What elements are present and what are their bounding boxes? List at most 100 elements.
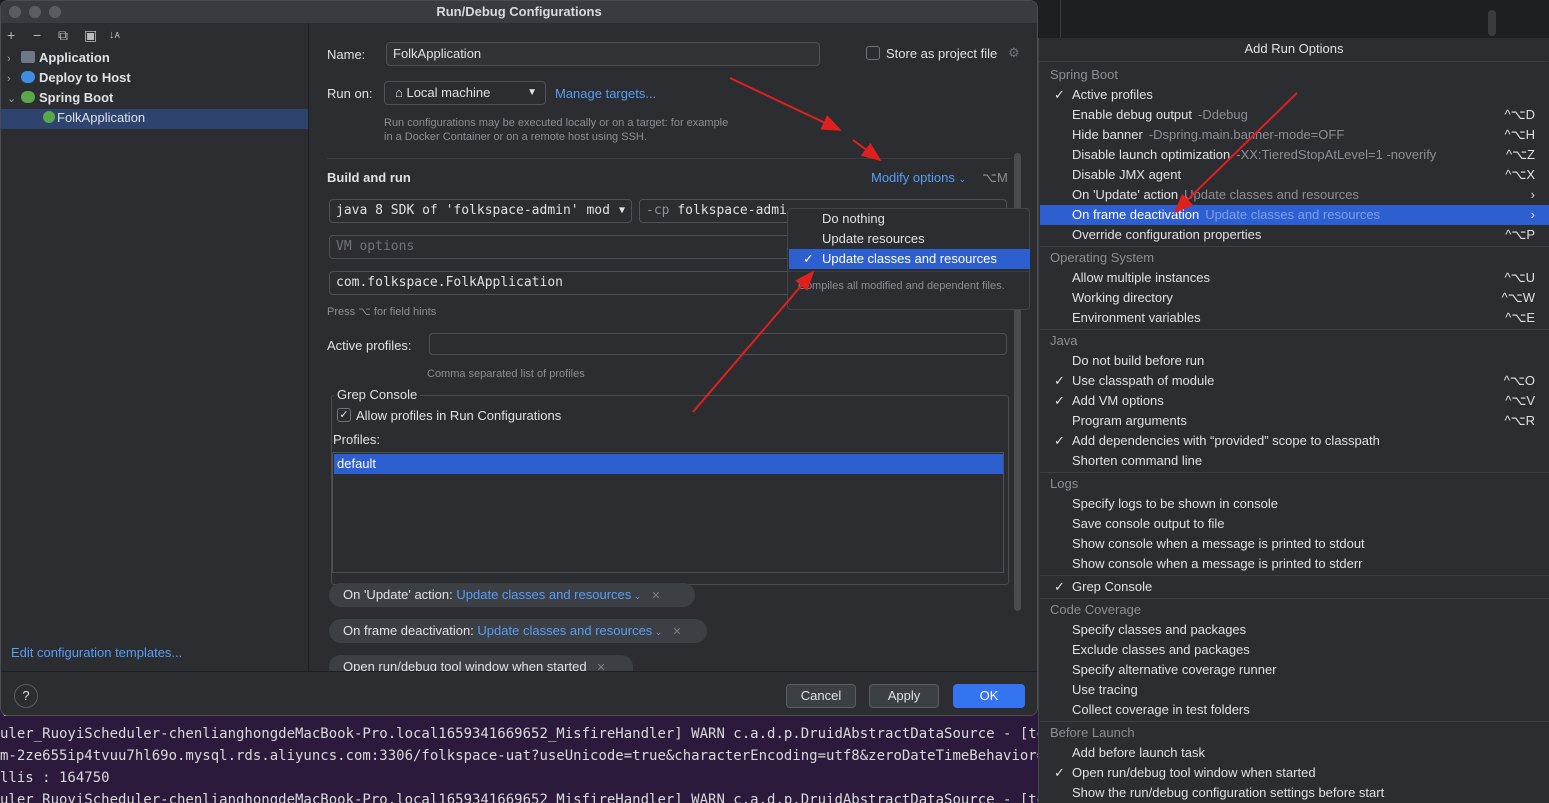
terminal-line: m-2ze655ip4tvuu7hl69o.mysql.rds.aliyuncs…: [0, 748, 1040, 764]
dropdown-arrow-icon: ▼: [615, 200, 625, 222]
popup-hint: Compiles all modified and dependent file…: [798, 280, 1005, 292]
option-label: Add before launch task: [1072, 745, 1205, 760]
chip-frame-deactivation[interactable]: On frame deactivation: Update classes an…: [329, 619, 707, 643]
option-item[interactable]: ✓ Open run/debug tool window when started: [1040, 763, 1549, 783]
popup-item-update-resources[interactable]: Update resources: [789, 229, 1030, 249]
option-item[interactable]: ✓ Add VM options ^⌥V: [1040, 391, 1549, 411]
option-label: On 'Update' action: [1072, 187, 1179, 202]
option-item[interactable]: ✓ Add dependencies with “provided” scope …: [1040, 431, 1549, 451]
option-item[interactable]: Add before launch task: [1040, 743, 1549, 763]
close-icon[interactable]: ✕: [597, 662, 606, 671]
close-icon[interactable]: ✕: [651, 590, 660, 602]
option-item[interactable]: Working directory ^⌥W: [1040, 288, 1549, 308]
store-as-project-checkbox[interactable]: [866, 46, 880, 60]
help-button[interactable]: ?: [14, 684, 38, 708]
option-item[interactable]: Exclude classes and packages: [1040, 640, 1549, 660]
ok-button[interactable]: OK: [953, 684, 1025, 708]
zoom-window-button[interactable]: [49, 6, 61, 18]
list-item[interactable]: default: [334, 454, 1003, 474]
terminal-line: uler_RuoyiScheduler-chenlianghongdeMacBo…: [0, 726, 1040, 742]
option-item[interactable]: ✓ Grep Console: [1040, 577, 1549, 597]
active-profiles-input[interactable]: [429, 333, 1007, 355]
folder-icon[interactable]: ▣: [84, 27, 97, 44]
option-item[interactable]: Specify logs to be shown in console: [1040, 494, 1549, 514]
option-item[interactable]: Show the run/debug configuration setting…: [1040, 783, 1549, 803]
name-input[interactable]: FolkApplication: [386, 42, 820, 66]
cancel-button[interactable]: Cancel: [786, 684, 856, 708]
section-title: Spring Boot: [1050, 67, 1118, 82]
add-icon[interactable]: +: [7, 27, 15, 43]
close-window-button[interactable]: [9, 6, 21, 18]
copy-icon[interactable]: ⧉: [58, 27, 68, 44]
option-item[interactable]: Override configuration properties ^⌥P: [1040, 225, 1549, 245]
gear-icon[interactable]: ⚙: [1008, 45, 1020, 61]
home-icon: ⌂: [395, 85, 407, 100]
add-run-options-panel: Add Run Options Spring Boot ✓ Active profi…: [1038, 38, 1549, 803]
sort-icon[interactable]: ↓ᴀ: [109, 29, 120, 41]
jdk-select[interactable]: java 8 SDK of 'folkspace-admin' mod ▼: [329, 199, 632, 223]
active-profiles-hint: Comma separated list of profiles: [427, 368, 585, 380]
option-shortcut: ^⌥E: [1505, 310, 1535, 325]
option-label: Add dependencies with “provided” scope t…: [1072, 433, 1380, 448]
option-label: Do not build before run: [1072, 353, 1205, 368]
apply-button[interactable]: Apply: [869, 684, 939, 708]
option-item[interactable]: ✓ Use classpath of module ^⌥O: [1040, 371, 1549, 391]
option-label: Override configuration properties: [1072, 227, 1262, 242]
profiles-list[interactable]: default: [332, 452, 1004, 573]
option-item[interactable]: Do not build before run: [1040, 351, 1549, 371]
option-item[interactable]: Specify alternative coverage runner: [1040, 660, 1549, 680]
option-item[interactable]: Show console when a message is printed t…: [1040, 534, 1549, 554]
option-item[interactable]: On 'Update' action Update classes and res…: [1040, 185, 1549, 205]
option-item[interactable]: Disable JMX agent ^⌥X: [1040, 165, 1549, 185]
option-shortcut: ^⌥X: [1505, 167, 1535, 182]
chevron-right-icon: ›: [7, 53, 11, 65]
option-detail: Update classes and resources: [1205, 207, 1381, 222]
tree-item-deploy-to-host[interactable]: › Deploy to Host: [7, 68, 131, 88]
option-label: Grep Console: [1072, 579, 1153, 594]
option-item[interactable]: Use tracing: [1040, 680, 1549, 700]
chip-open-tool-window[interactable]: Open run/debug tool window when started ✕: [329, 655, 633, 671]
remove-icon[interactable]: −: [33, 27, 41, 43]
option-item[interactable]: Enable debug output -Ddebug ^⌥D: [1040, 105, 1549, 125]
section-title: Operating System: [1050, 250, 1155, 265]
option-label: Add VM options: [1072, 393, 1164, 408]
option-shortcut: ^⌥W: [1501, 290, 1535, 305]
option-item[interactable]: Disable launch optimization -XX:TieredSto…: [1040, 145, 1549, 165]
tree-item-application[interactable]: › Application: [7, 48, 110, 68]
run-on-select[interactable]: ⌂ Local machine ▼: [384, 81, 546, 105]
option-label: Show console when a message is printed t…: [1072, 556, 1363, 571]
section-title: Before Launch: [1050, 725, 1135, 740]
chip-update-action[interactable]: On 'Update' action: Update classes and r…: [329, 583, 695, 607]
run-on-label: Run on:: [327, 86, 373, 101]
minimize-window-button[interactable]: [29, 6, 41, 18]
option-item[interactable]: Environment variables ^⌥E: [1040, 308, 1549, 328]
edit-templates-link[interactable]: Edit configuration templates...: [11, 645, 182, 660]
option-item[interactable]: ✓ Active profiles: [1040, 85, 1549, 105]
option-item[interactable]: Specify classes and packages: [1040, 620, 1549, 640]
option-item[interactable]: Allow multiple instances ^⌥U: [1040, 268, 1549, 288]
option-item[interactable]: On frame deactivation Update classes and …: [1040, 205, 1549, 225]
popup-item-update-classes[interactable]: ✓ Update classes and resources: [789, 249, 1030, 269]
option-label: Show console when a message is printed t…: [1072, 536, 1365, 551]
modify-options-link[interactable]: Modify options ⌄: [871, 170, 966, 185]
option-label: Specify alternative coverage runner: [1072, 662, 1277, 677]
manage-targets-link[interactable]: Manage targets...: [555, 86, 656, 101]
option-item[interactable]: Hide banner -Dspring.main.banner-mode=OFF…: [1040, 125, 1549, 145]
option-item[interactable]: Shorten command line: [1040, 451, 1549, 471]
option-item[interactable]: Collect coverage in test folders: [1040, 700, 1549, 720]
configuration-editor: Name: FolkApplication Store as project f…: [310, 23, 1037, 671]
option-shortcut: ^⌥D: [1504, 107, 1535, 122]
close-icon[interactable]: ✕: [672, 626, 681, 638]
dialog-title: Run/Debug Configurations: [1, 1, 1037, 23]
editor-scrollbar[interactable]: [1488, 10, 1496, 36]
option-item[interactable]: Show console when a message is printed t…: [1040, 554, 1549, 574]
checkmark-icon: ✓: [1054, 433, 1065, 448]
tree-item-spring-boot[interactable]: ⌄ Spring Boot: [7, 88, 113, 108]
popup-item-do-nothing[interactable]: Do nothing: [789, 209, 1030, 229]
editor-background: [1040, 0, 1549, 38]
option-item[interactable]: Program arguments ^⌥R: [1040, 411, 1549, 431]
allow-profiles-checkbox[interactable]: ✓: [337, 408, 351, 422]
separator: [1040, 246, 1549, 247]
option-item[interactable]: Save console output to file: [1040, 514, 1549, 534]
tree-item-folkapplication[interactable]: FolkApplication: [43, 108, 145, 128]
